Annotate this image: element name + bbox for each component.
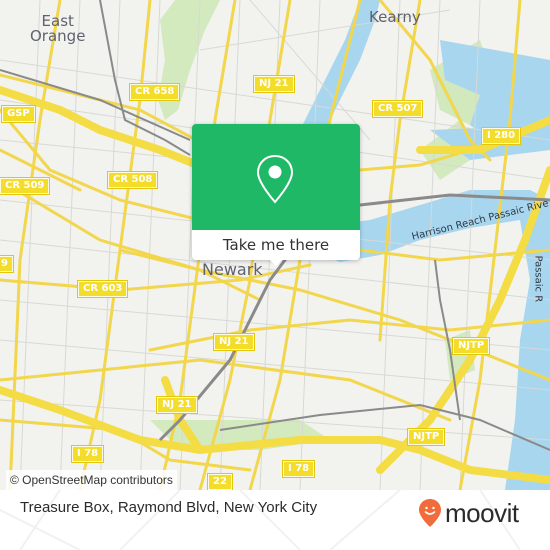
destination-popup[interactable]: Take me there <box>192 124 360 266</box>
route-shield-cr-509-partial: 9 <box>0 255 14 273</box>
route-shield-22-partial: 22 <box>207 473 233 490</box>
route-shield-gsp: GSP <box>1 105 36 123</box>
route-shield-i-280: I 280 <box>480 127 522 145</box>
route-shield-nj-21: NJ 21 <box>253 75 295 93</box>
park-branch-brook <box>158 0 220 120</box>
place-label-east-orange: East Orange <box>30 12 86 45</box>
place-label-newark: Newark <box>202 260 263 279</box>
moovit-logo[interactable]: moovit <box>418 498 519 528</box>
popup-pointer <box>268 258 284 266</box>
moovit-wordmark: moovit <box>445 498 519 528</box>
route-shield-cr-603: CR 603 <box>76 280 129 298</box>
location-pin-icon <box>256 154 294 204</box>
location-title: Treasure Box, Raymond Blvd, New York Cit… <box>20 499 318 516</box>
moovit-smiley-pin-icon <box>419 499 441 527</box>
water-label-passaic: Passaic R <box>532 255 544 303</box>
route-shield-cr-509: CR 509 <box>0 177 51 195</box>
route-shield-cr-507: CR 507 <box>371 100 424 118</box>
footer: Treasure Box, Raymond Blvd, New York Cit… <box>0 490 550 550</box>
popup-header <box>192 124 360 230</box>
route-shield-cr-508: CR 508 <box>106 171 159 189</box>
route-shield-i-78-east: I 78 <box>281 460 316 478</box>
route-shield-cr-658: CR 658 <box>128 83 181 101</box>
route-shield-nj-21-south: NJ 21 <box>156 396 198 414</box>
take-me-there-button[interactable]: Take me there <box>192 230 360 260</box>
route-shield-njtp-north: NJTP <box>451 337 491 355</box>
route-shield-njtp-south: NJTP <box>406 428 446 446</box>
route-shield-nj-21-mid: NJ 21 <box>213 333 255 351</box>
place-label-kearny: Kearny <box>369 8 421 26</box>
route-shield-i-78-west: I 78 <box>70 445 105 463</box>
map-attribution[interactable]: © OpenStreetMap contributors <box>6 470 177 490</box>
